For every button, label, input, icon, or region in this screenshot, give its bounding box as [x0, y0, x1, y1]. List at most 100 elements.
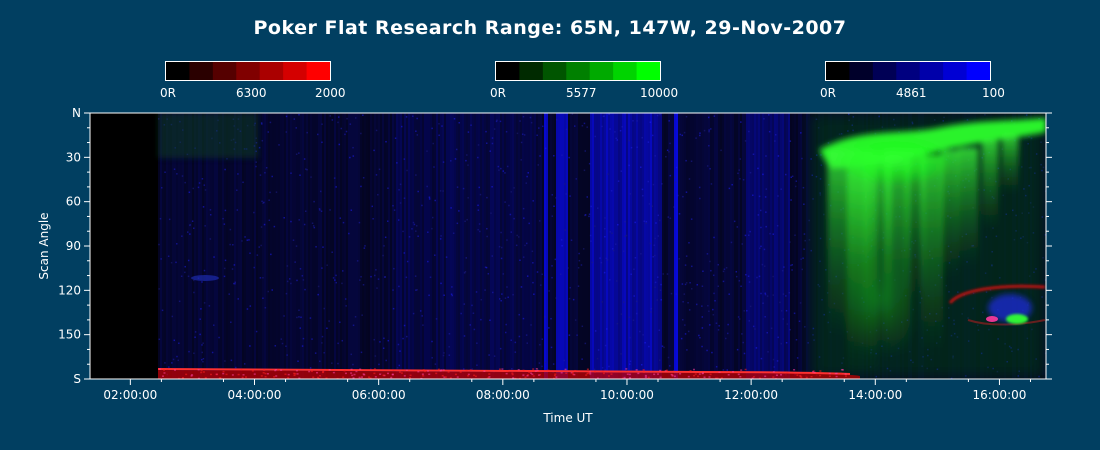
- red-speckle: [644, 376, 647, 378]
- blue-speckle: [458, 210, 460, 212]
- blue-speckle: [629, 336, 631, 339]
- red-speckle: [222, 372, 225, 375]
- blue-speckle: [652, 183, 655, 186]
- red-speckle: [828, 372, 831, 375]
- blue-speckle: [515, 244, 518, 247]
- blue-speckle: [479, 230, 481, 233]
- blue-speckle: [224, 360, 226, 362]
- blue-column: [502, 113, 504, 379]
- blue-speckle: [642, 334, 644, 336]
- blue-speckle: [463, 272, 466, 274]
- blue-speckle: [428, 196, 431, 199]
- blue-speckle: [262, 277, 264, 279]
- blue-column: [292, 113, 294, 379]
- blue-column: [370, 113, 372, 379]
- blue-speckle: [722, 280, 725, 283]
- blue-speckle: [194, 336, 196, 339]
- blue-speckle: [486, 235, 488, 238]
- blue-speckle: [681, 134, 683, 137]
- blue-speckle: [560, 273, 562, 276]
- blue-speckle: [712, 314, 715, 316]
- blue-column: [614, 113, 616, 379]
- blue-speckle: [525, 242, 528, 245]
- red-speckle: [275, 375, 278, 377]
- blue-speckle: [363, 247, 366, 249]
- red-speckle: [708, 376, 711, 378]
- blue-column: [270, 113, 272, 379]
- blue-speckle: [641, 188, 644, 191]
- blue-speckle: [191, 220, 194, 222]
- blue-speckle: [416, 117, 418, 120]
- blue-speckle: [231, 268, 234, 270]
- blue-speckle: [522, 256, 525, 258]
- blue-column: [652, 113, 654, 379]
- blue-speckle: [594, 225, 596, 227]
- blue-speckle: [298, 316, 300, 318]
- blue-column: [722, 113, 724, 379]
- blue-speckle: [768, 114, 770, 116]
- blue-speckle: [760, 292, 762, 295]
- blue-speckle: [701, 327, 704, 329]
- blue-speckle: [335, 281, 338, 284]
- blue-speckle: [467, 197, 469, 199]
- blue-speckle: [326, 327, 328, 330]
- blue-speckle: [688, 242, 690, 244]
- blue-speckle: [654, 286, 656, 289]
- blue-speckle: [644, 341, 646, 344]
- red-speckle: [589, 373, 592, 375]
- blue-speckle: [505, 323, 507, 326]
- blue-column: [774, 113, 776, 379]
- blue-speckle: [246, 308, 249, 310]
- blue-speckle: [789, 140, 792, 142]
- blue-speckle: [223, 275, 226, 278]
- blue-column: [286, 113, 288, 379]
- red-speckle: [732, 371, 735, 373]
- blue-speckle: [791, 269, 793, 271]
- blue-speckle: [295, 153, 298, 155]
- blue-column: [712, 113, 714, 379]
- blue-column: [752, 113, 754, 379]
- red-speckle: [312, 376, 315, 379]
- blue-speckle: [770, 327, 773, 330]
- red-speckle: [219, 377, 222, 379]
- blue-speckle: [490, 212, 492, 214]
- blue-speckle: [737, 172, 739, 175]
- blue-column: [282, 113, 284, 379]
- blue-speckle: [321, 342, 323, 344]
- blue-speckle: [602, 115, 605, 118]
- blue-speckle: [224, 168, 226, 171]
- red-speckle: [390, 376, 393, 379]
- blue-column: [348, 113, 350, 379]
- red-speckle: [426, 370, 429, 372]
- blue-speckle: [574, 319, 577, 321]
- blue-column: [344, 113, 346, 379]
- blue-speckle: [662, 273, 665, 275]
- blue-speckle: [415, 230, 417, 232]
- red-speckle: [522, 369, 525, 372]
- blue-speckle: [624, 235, 627, 238]
- blue-speckle: [748, 320, 751, 322]
- blue-speckle: [749, 305, 752, 308]
- blue-column: [594, 113, 596, 379]
- blue-speckle: [804, 239, 806, 242]
- blue-speckle: [514, 351, 517, 353]
- blue-column: [750, 113, 752, 379]
- blue-speckle: [565, 193, 567, 195]
- red-speckle: [293, 372, 296, 375]
- blue-speckle: [506, 165, 509, 168]
- blue-speckle: [594, 330, 597, 332]
- blue-speckle: [714, 300, 716, 302]
- blue-speckle: [658, 329, 661, 331]
- blue-speckle: [448, 346, 450, 348]
- blue-column: [460, 113, 462, 379]
- blue-column: [670, 113, 672, 379]
- blue-speckle: [470, 124, 472, 126]
- blue-speckle: [683, 293, 686, 295]
- red-speckle: [844, 375, 847, 377]
- blue-speckle: [720, 149, 722, 152]
- blue-speckle: [382, 254, 384, 257]
- red-speckle: [532, 375, 535, 377]
- blue-speckle: [171, 315, 174, 318]
- red-speckle: [532, 368, 535, 370]
- blue-speckle: [760, 357, 763, 360]
